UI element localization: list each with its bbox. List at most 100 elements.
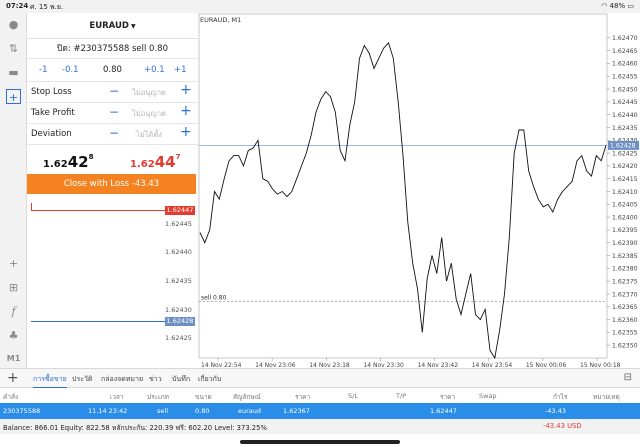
y-tick-label: 1.62365 — [612, 304, 638, 311]
y-tick-label: 1.62455 — [612, 74, 638, 81]
deviation-row: Deviation − ไม่ได้ตั้ง + — [27, 124, 198, 145]
timeframe-button[interactable]: M1 — [6, 351, 21, 366]
chat-icon[interactable]: ▬ — [6, 65, 21, 80]
y-tick-label: 1.62370 — [612, 291, 638, 298]
current-price-tag: 1.62428 — [610, 143, 636, 150]
tab-trade[interactable]: การซื้อขาย — [33, 374, 67, 389]
trade-icon[interactable]: ⇅ — [6, 41, 21, 56]
y-tick-label: 1.62410 — [612, 189, 638, 196]
stop-loss-row: Stop Loss − ไม่อนุญาต + — [27, 82, 198, 103]
y-tick-label: 1.62375 — [612, 278, 638, 285]
y-tick-label: 1.62355 — [612, 330, 638, 337]
tab-history[interactable]: ประวัติ — [72, 374, 92, 385]
volume-minus-1-button[interactable]: -1 — [39, 65, 47, 75]
account-icon[interactable]: ● — [6, 17, 21, 32]
y-tick-label: 1.62435 — [612, 125, 638, 132]
y-tick-label: 1.62350 — [612, 342, 638, 349]
chevron-down-icon: ▼ — [130, 23, 136, 30]
bid-price-big: 42 — [67, 153, 89, 171]
cell-order: 230375588 — [3, 407, 41, 415]
price-series-line — [199, 42, 607, 360]
col-time: เวลา — [110, 393, 124, 401]
volume-plus-01-button[interactable]: +0.1 — [144, 65, 165, 75]
bid-price: 1.62428 — [43, 153, 93, 171]
cell-time: 11.14 23:42 — [88, 407, 128, 415]
col-current-price: ราคา — [440, 393, 456, 401]
close-position-button[interactable]: Close with Loss -43.43 — [27, 174, 196, 194]
y-tick-label: 1.62465 — [612, 48, 638, 55]
y-tick-label: 1.62470 — [612, 35, 638, 42]
objects-icon[interactable]: ♣ — [6, 328, 21, 343]
mini-axis-label: 1.62425 — [165, 334, 192, 342]
take-profit-plus-button[interactable]: + — [180, 103, 192, 119]
deviation-field[interactable]: ไม่ได้ตั้ง — [123, 129, 175, 141]
plot-frame — [198, 13, 608, 359]
tab-about[interactable]: เกี่ยวกับ — [198, 374, 221, 385]
ticket-line: ปิด: #230375588 sell 0.80 — [27, 39, 198, 59]
col-price: ราคา — [295, 393, 311, 401]
deviation-plus-button[interactable]: + — [180, 124, 192, 140]
y-tick-label: 1.62380 — [612, 266, 638, 273]
balance-text: Balance: 866.01 Equity: 822.58 หลักประกั… — [3, 424, 267, 432]
take-profit-minus-button[interactable]: − — [109, 105, 119, 119]
price-chart[interactable]: EURAUD, M1 1.62470 1.62465 1.62460 1.62455 1… — [198, 13, 640, 368]
mini-tick-chart: 1.62447 1.62445 1.62440 1.62435 1.62430 … — [27, 200, 198, 368]
volume-value[interactable]: 0.80 — [103, 65, 122, 75]
col-volume: ขนาด — [195, 393, 212, 401]
stop-loss-minus-button[interactable]: − — [109, 84, 119, 98]
crosshair-icon[interactable]: + — [6, 256, 21, 271]
volume-minus-01-button[interactable]: -0.1 — [62, 65, 79, 75]
stop-loss-plus-button[interactable]: + — [180, 82, 192, 98]
table-row[interactable]: 230375588 11.14 23:42 sell 0.80 euraud 1… — [0, 403, 640, 419]
battery-level: 48% — [609, 2, 626, 10]
stop-loss-field[interactable]: ไม่อนุญาต — [123, 87, 175, 99]
mini-ask-line — [31, 203, 165, 211]
add-icon[interactable]: + — [7, 370, 19, 386]
mini-ask-tag: 1.62447 — [165, 206, 195, 215]
y-tick-label: 1.62420 — [612, 163, 638, 170]
chart-canvas[interactable]: 1.62470 1.62465 1.62460 1.62455 1.62450 1.624… — [198, 13, 640, 368]
col-comment: หมายเหตุ — [593, 393, 620, 401]
home-indicator[interactable] — [240, 440, 400, 444]
tab-journal[interactable]: บันทึก — [172, 374, 190, 385]
wifi-icon: ◠ — [601, 2, 610, 10]
status-bar: 07:24 ศ. 15 พ.ย. ◠ 48% ▭ — [0, 0, 640, 13]
cell-volume: 0.80 — [195, 407, 210, 415]
col-swap: Swap — [479, 392, 497, 400]
deviation-minus-button[interactable]: − — [109, 126, 119, 140]
total-profit: -43.43 USD — [543, 422, 582, 430]
indicators-icon[interactable]: ⊞ — [6, 280, 21, 295]
y-tick-label: 1.62390 — [612, 240, 638, 247]
stop-loss-label: Stop Loss — [31, 87, 72, 97]
tab-news[interactable]: ข่าว — [149, 374, 162, 385]
volume-plus-1-button[interactable]: +1 — [174, 65, 187, 75]
y-tick-label: 1.62395 — [612, 227, 638, 234]
new-order-icon[interactable]: + — [6, 89, 21, 104]
order-level-label: sell 0.80 — [201, 295, 227, 302]
y-tick-label: 1.62400 — [612, 214, 638, 221]
status-date: ศ. 15 พ.ย. — [30, 3, 64, 11]
tab-mailbox[interactable]: กล่องจดหมาย — [101, 374, 143, 385]
table-header: คำสั่ง เวลา ประเภท ขนาด สัญลักษณ์ ราคา S… — [0, 388, 640, 403]
col-symbol: สัญลักษณ์ — [233, 393, 261, 401]
ask-price-pip: 7 — [175, 153, 181, 161]
status-time: 07:24 — [6, 2, 29, 10]
col-type: ประเภท — [147, 393, 169, 401]
y-tick-label: 1.62440 — [612, 112, 638, 119]
price-display: 1.62428 1.62447 — [27, 145, 198, 176]
mini-axis-label: 1.62430 — [165, 306, 192, 314]
col-order: คำสั่ง — [3, 393, 19, 401]
y-tick-label: 1.62460 — [612, 61, 638, 68]
take-profit-label: Take Profit — [31, 108, 75, 118]
col-profit: กำไร — [553, 393, 568, 401]
function-icon[interactable]: f — [6, 304, 21, 319]
layout-icon[interactable]: ⊟ — [624, 372, 632, 383]
cell-profit: -43.43 — [545, 407, 566, 415]
mini-axis-label: 1.62440 — [165, 248, 192, 256]
left-toolbar: ● ⇅ ▬ + + ⊞ f ♣ M1 — [0, 13, 27, 368]
take-profit-field[interactable]: ไม่อนุญาต — [123, 108, 175, 120]
y-tick-label: 1.62385 — [612, 253, 638, 260]
y-tick-label: 1.62425 — [612, 150, 638, 157]
battery-icon: ▭ — [625, 2, 634, 10]
symbol-selector[interactable]: EURAUD ▼ — [27, 13, 198, 39]
